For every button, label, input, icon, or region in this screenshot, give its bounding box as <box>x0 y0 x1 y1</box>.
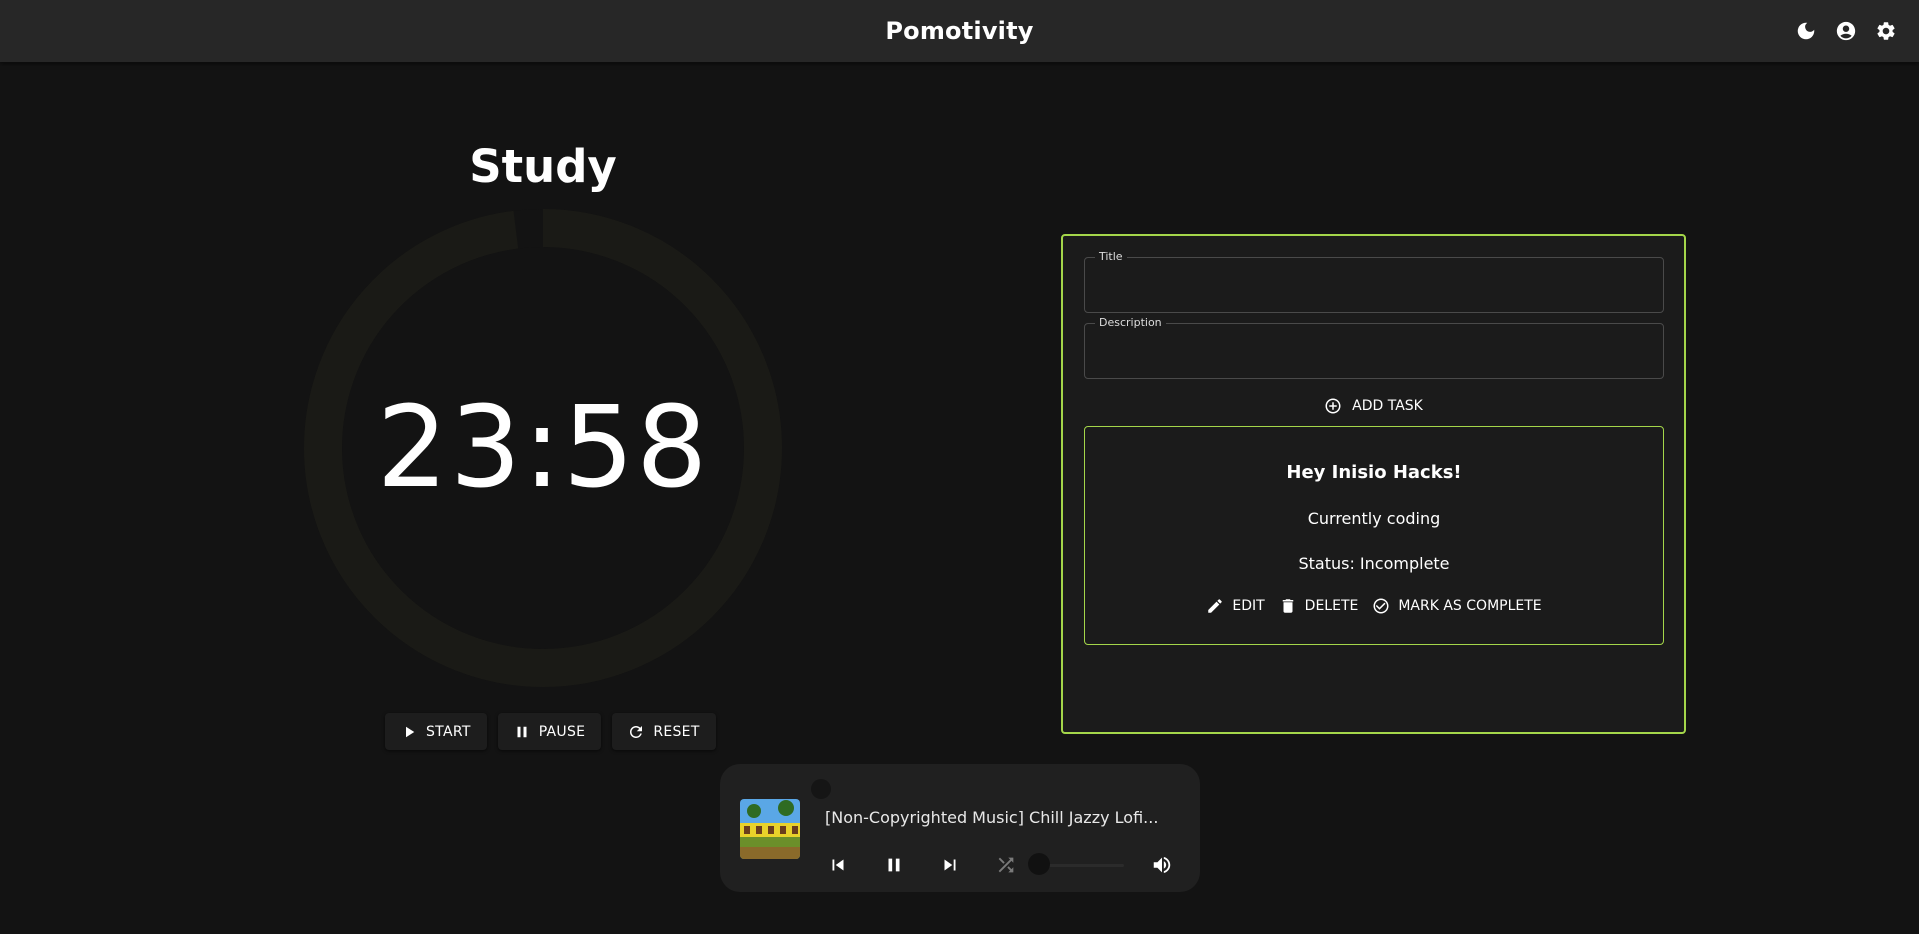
pause-icon[interactable] <box>879 850 909 880</box>
player-controls <box>820 850 1185 880</box>
track-title: [Non-Copyrighted Music] Chill Jazzy Lofi… <box>825 808 1159 827</box>
pause-icon <box>517 726 527 737</box>
start-label: START <box>426 723 471 740</box>
description-field[interactable]: Description <box>1084 316 1664 379</box>
music-player: [Non-Copyrighted Music] Chill Jazzy Lofi… <box>720 764 1200 892</box>
album-art <box>740 799 800 859</box>
gear-icon[interactable] <box>1875 20 1897 42</box>
edit-label: EDIT <box>1232 598 1265 614</box>
add-circle-icon <box>1325 398 1341 414</box>
skip-next-icon[interactable] <box>935 850 965 880</box>
volume-icon[interactable] <box>1147 850 1177 880</box>
album-art-image <box>740 799 800 859</box>
task-title: Hey Inisio Hacks! <box>1286 462 1462 483</box>
timer-mode-title: Study <box>469 140 617 193</box>
mark-complete-button[interactable]: MARK AS COMPLETE <box>1372 597 1542 615</box>
volume-slider-thumb[interactable] <box>1028 853 1050 875</box>
delete-label: DELETE <box>1304 598 1359 614</box>
app-bar: Pomotivity <box>0 0 1919 62</box>
account-icon[interactable] <box>1835 20 1857 42</box>
delete-task-button[interactable]: DELETE <box>1279 597 1359 615</box>
volume-slider-track[interactable] <box>1049 864 1124 867</box>
app-title: Pomotivity <box>885 17 1034 45</box>
pencil-icon <box>1208 599 1223 613</box>
start-button[interactable]: START <box>385 713 487 750</box>
pause-button[interactable]: PAUSE <box>497 713 602 750</box>
task-description: Currently coding <box>1307 509 1441 528</box>
trash-icon <box>1282 599 1293 613</box>
task-panel: Title Description ADD TASK Hey Inisio Ha… <box>1061 234 1686 734</box>
refresh-icon <box>630 725 643 738</box>
reset-button[interactable]: RESET <box>612 713 716 750</box>
mark-complete-label: MARK AS COMPLETE <box>1398 598 1542 614</box>
shuffle-icon[interactable] <box>991 850 1021 880</box>
edit-task-button[interactable]: EDIT <box>1206 597 1265 615</box>
task-actions: EDIT DELETE MARK AS COMPLETE <box>1085 597 1663 615</box>
playback-progress-thumb[interactable] <box>811 779 831 799</box>
reset-label: RESET <box>653 723 700 740</box>
skip-previous-icon[interactable] <box>823 850 853 880</box>
description-input[interactable] <box>1099 342 1649 366</box>
timer-controls: START PAUSE RESET <box>385 713 716 750</box>
play-icon <box>406 726 415 737</box>
add-task-label: ADD TASK <box>1352 398 1423 414</box>
add-task-button[interactable]: ADD TASK <box>1063 397 1684 415</box>
title-input[interactable] <box>1099 276 1649 300</box>
title-field-label: Title <box>1095 250 1127 263</box>
task-card: Hey Inisio Hacks! Currently coding Statu… <box>1084 426 1664 645</box>
header-actions <box>1795 0 1897 62</box>
check-circle-icon <box>1373 598 1389 614</box>
timer-display: 23:58 <box>376 383 710 513</box>
task-status: Status: Incomplete <box>1298 554 1450 573</box>
moon-icon[interactable] <box>1795 20 1817 42</box>
pause-label: PAUSE <box>538 723 586 740</box>
title-field[interactable]: Title <box>1084 250 1664 313</box>
description-field-label: Description <box>1095 316 1166 329</box>
